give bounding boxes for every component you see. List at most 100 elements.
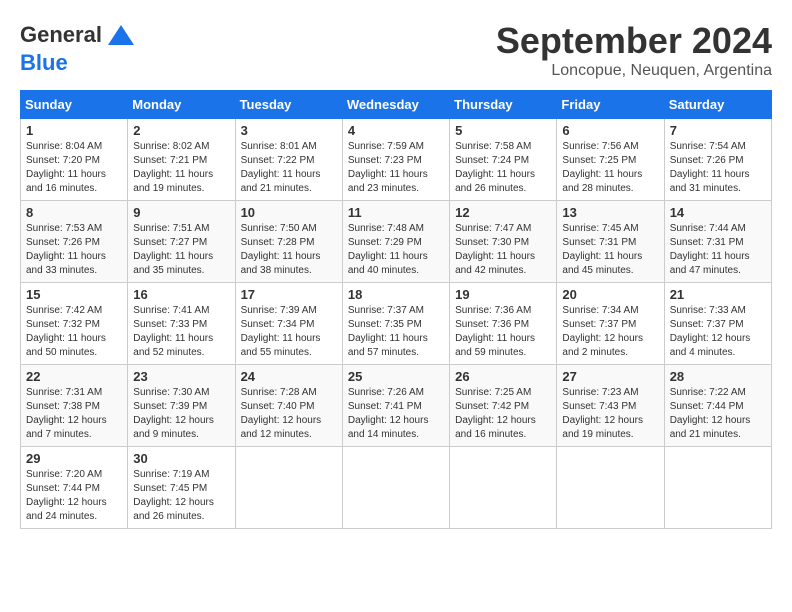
table-cell: 24 Sunrise: 7:28 AMSunset: 7:40 PMDaylig… — [235, 365, 342, 447]
calendar-row: 15 Sunrise: 7:42 AMSunset: 7:32 PMDaylig… — [21, 283, 772, 365]
day-number: 29 — [26, 451, 122, 466]
day-info: Sunrise: 7:54 AMSunset: 7:26 PMDaylight:… — [670, 141, 750, 194]
day-number: 4 — [348, 123, 444, 138]
day-info: Sunrise: 7:41 AMSunset: 7:33 PMDaylight:… — [133, 305, 213, 358]
day-info: Sunrise: 7:19 AMSunset: 7:45 PMDaylight:… — [133, 469, 214, 522]
day-number: 5 — [455, 123, 551, 138]
day-number: 8 — [26, 205, 122, 220]
day-info: Sunrise: 7:36 AMSunset: 7:36 PMDaylight:… — [455, 305, 535, 358]
calendar-header-row: Sunday Monday Tuesday Wednesday Thursday… — [21, 91, 772, 119]
table-cell: 17 Sunrise: 7:39 AMSunset: 7:34 PMDaylig… — [235, 283, 342, 365]
col-thursday: Thursday — [450, 91, 557, 119]
day-number: 18 — [348, 287, 444, 302]
empty-cell — [342, 447, 449, 529]
table-cell: 28 Sunrise: 7:22 AMSunset: 7:44 PMDaylig… — [664, 365, 771, 447]
table-cell: 8 Sunrise: 7:53 AMSunset: 7:26 PMDayligh… — [21, 201, 128, 283]
day-info: Sunrise: 7:30 AMSunset: 7:39 PMDaylight:… — [133, 387, 214, 440]
title-section: September 2024 Loncopue, Neuquen, Argent… — [496, 20, 772, 80]
col-sunday: Sunday — [21, 91, 128, 119]
day-info: Sunrise: 7:25 AMSunset: 7:42 PMDaylight:… — [455, 387, 536, 440]
table-cell: 5 Sunrise: 7:58 AMSunset: 7:24 PMDayligh… — [450, 119, 557, 201]
day-info: Sunrise: 7:59 AMSunset: 7:23 PMDaylight:… — [348, 141, 428, 194]
col-saturday: Saturday — [664, 91, 771, 119]
day-number: 22 — [26, 369, 122, 384]
table-cell: 29 Sunrise: 7:20 AMSunset: 7:44 PMDaylig… — [21, 447, 128, 529]
day-info: Sunrise: 8:02 AMSunset: 7:21 PMDaylight:… — [133, 141, 213, 194]
table-cell: 18 Sunrise: 7:37 AMSunset: 7:35 PMDaylig… — [342, 283, 449, 365]
calendar-table: Sunday Monday Tuesday Wednesday Thursday… — [20, 90, 772, 529]
table-cell: 27 Sunrise: 7:23 AMSunset: 7:43 PMDaylig… — [557, 365, 664, 447]
day-info: Sunrise: 7:42 AMSunset: 7:32 PMDaylight:… — [26, 305, 106, 358]
table-cell: 19 Sunrise: 7:36 AMSunset: 7:36 PMDaylig… — [450, 283, 557, 365]
table-cell: 25 Sunrise: 7:26 AMSunset: 7:41 PMDaylig… — [342, 365, 449, 447]
day-number: 23 — [133, 369, 229, 384]
table-cell: 10 Sunrise: 7:50 AMSunset: 7:28 PMDaylig… — [235, 201, 342, 283]
day-number: 26 — [455, 369, 551, 384]
table-cell: 15 Sunrise: 7:42 AMSunset: 7:32 PMDaylig… — [21, 283, 128, 365]
day-number: 17 — [241, 287, 337, 302]
day-number: 1 — [26, 123, 122, 138]
empty-cell — [235, 447, 342, 529]
col-monday: Monday — [128, 91, 235, 119]
day-number: 3 — [241, 123, 337, 138]
day-info: Sunrise: 7:22 AMSunset: 7:44 PMDaylight:… — [670, 387, 751, 440]
day-info: Sunrise: 7:37 AMSunset: 7:35 PMDaylight:… — [348, 305, 428, 358]
table-cell: 1 Sunrise: 8:04 AMSunset: 7:20 PMDayligh… — [21, 119, 128, 201]
table-cell: 6 Sunrise: 7:56 AMSunset: 7:25 PMDayligh… — [557, 119, 664, 201]
day-number: 21 — [670, 287, 766, 302]
logo-icon — [106, 20, 136, 50]
calendar-row: 22 Sunrise: 7:31 AMSunset: 7:38 PMDaylig… — [21, 365, 772, 447]
table-cell: 9 Sunrise: 7:51 AMSunset: 7:27 PMDayligh… — [128, 201, 235, 283]
day-info: Sunrise: 7:58 AMSunset: 7:24 PMDaylight:… — [455, 141, 535, 194]
day-number: 20 — [562, 287, 658, 302]
logo: General Blue — [20, 20, 136, 76]
day-number: 12 — [455, 205, 551, 220]
day-number: 24 — [241, 369, 337, 384]
day-info: Sunrise: 7:28 AMSunset: 7:40 PMDaylight:… — [241, 387, 322, 440]
table-cell: 30 Sunrise: 7:19 AMSunset: 7:45 PMDaylig… — [128, 447, 235, 529]
calendar-row: 8 Sunrise: 7:53 AMSunset: 7:26 PMDayligh… — [21, 201, 772, 283]
day-info: Sunrise: 8:04 AMSunset: 7:20 PMDaylight:… — [26, 141, 106, 194]
day-info: Sunrise: 7:23 AMSunset: 7:43 PMDaylight:… — [562, 387, 643, 440]
table-cell: 13 Sunrise: 7:45 AMSunset: 7:31 PMDaylig… — [557, 201, 664, 283]
day-info: Sunrise: 7:31 AMSunset: 7:38 PMDaylight:… — [26, 387, 107, 440]
day-info: Sunrise: 8:01 AMSunset: 7:22 PMDaylight:… — [241, 141, 321, 194]
logo-general-text: General — [20, 22, 102, 48]
day-info: Sunrise: 7:56 AMSunset: 7:25 PMDaylight:… — [562, 141, 642, 194]
location: Loncopue, Neuquen, Argentina — [496, 62, 772, 80]
table-cell: 21 Sunrise: 7:33 AMSunset: 7:37 PMDaylig… — [664, 283, 771, 365]
day-number: 28 — [670, 369, 766, 384]
day-info: Sunrise: 7:34 AMSunset: 7:37 PMDaylight:… — [562, 305, 643, 358]
day-number: 7 — [670, 123, 766, 138]
day-number: 10 — [241, 205, 337, 220]
table-cell: 3 Sunrise: 8:01 AMSunset: 7:22 PMDayligh… — [235, 119, 342, 201]
table-cell: 16 Sunrise: 7:41 AMSunset: 7:33 PMDaylig… — [128, 283, 235, 365]
day-number: 6 — [562, 123, 658, 138]
day-number: 27 — [562, 369, 658, 384]
table-cell: 22 Sunrise: 7:31 AMSunset: 7:38 PMDaylig… — [21, 365, 128, 447]
table-cell: 26 Sunrise: 7:25 AMSunset: 7:42 PMDaylig… — [450, 365, 557, 447]
day-number: 11 — [348, 205, 444, 220]
calendar-row: 1 Sunrise: 8:04 AMSunset: 7:20 PMDayligh… — [21, 119, 772, 201]
col-wednesday: Wednesday — [342, 91, 449, 119]
calendar-row: 29 Sunrise: 7:20 AMSunset: 7:44 PMDaylig… — [21, 447, 772, 529]
empty-cell — [557, 447, 664, 529]
day-info: Sunrise: 7:50 AMSunset: 7:28 PMDaylight:… — [241, 223, 321, 276]
empty-cell — [664, 447, 771, 529]
day-number: 25 — [348, 369, 444, 384]
table-cell: 11 Sunrise: 7:48 AMSunset: 7:29 PMDaylig… — [342, 201, 449, 283]
page-header: General Blue September 2024 Loncopue, Ne… — [20, 20, 772, 80]
table-cell: 12 Sunrise: 7:47 AMSunset: 7:30 PMDaylig… — [450, 201, 557, 283]
table-cell: 4 Sunrise: 7:59 AMSunset: 7:23 PMDayligh… — [342, 119, 449, 201]
day-number: 14 — [670, 205, 766, 220]
day-info: Sunrise: 7:44 AMSunset: 7:31 PMDaylight:… — [670, 223, 750, 276]
day-number: 19 — [455, 287, 551, 302]
table-cell: 2 Sunrise: 8:02 AMSunset: 7:21 PMDayligh… — [128, 119, 235, 201]
day-number: 13 — [562, 205, 658, 220]
table-cell: 20 Sunrise: 7:34 AMSunset: 7:37 PMDaylig… — [557, 283, 664, 365]
col-friday: Friday — [557, 91, 664, 119]
day-number: 2 — [133, 123, 229, 138]
col-tuesday: Tuesday — [235, 91, 342, 119]
empty-cell — [450, 447, 557, 529]
day-info: Sunrise: 7:48 AMSunset: 7:29 PMDaylight:… — [348, 223, 428, 276]
